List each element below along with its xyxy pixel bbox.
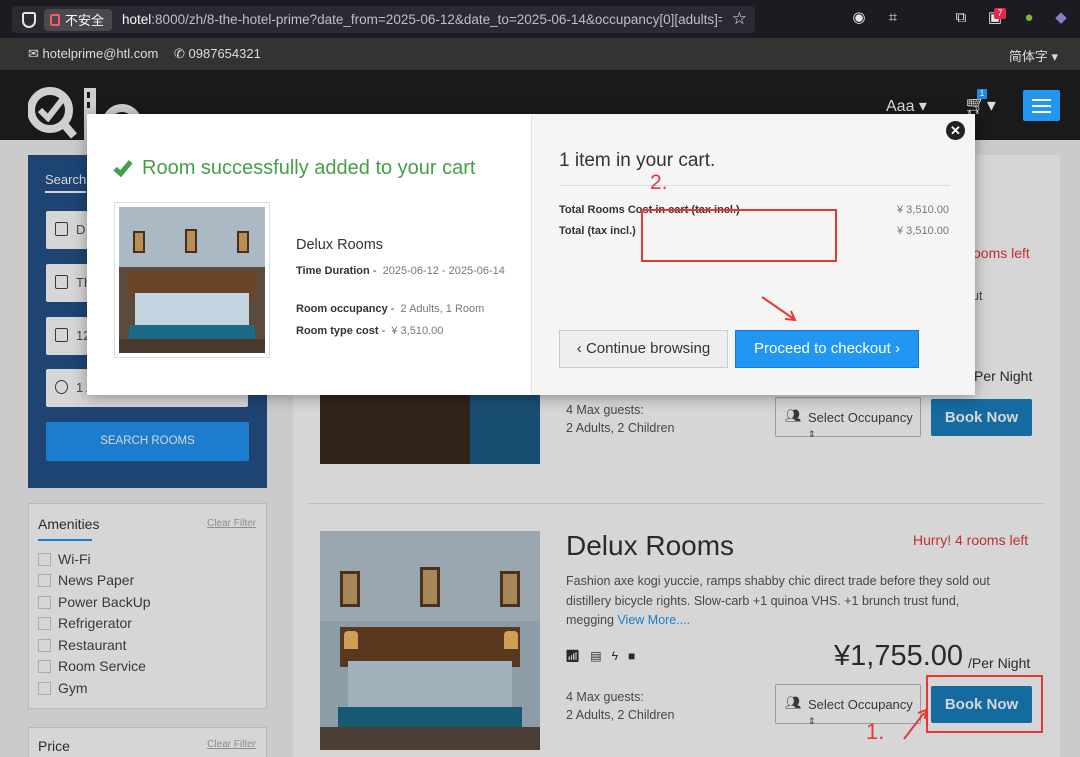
check-icon [113,156,133,178]
chevron-right-icon: › [894,340,900,357]
font-size-toggle[interactable]: Aaa ▾ [886,96,927,116]
crop-icon[interactable]: ⌗ [884,9,902,27]
total-value: ¥ 3,510.00 [897,225,949,237]
phone-icon: ✆ [174,46,185,61]
contact-phone[interactable]: 0987654321 [189,46,261,61]
annotation-box-book-now [926,675,1043,733]
account-icon[interactable]: ◉ [850,9,868,27]
continue-browsing-button[interactable]: ‹ Continue browsing [559,330,728,368]
shield-icon[interactable] [22,11,36,28]
room-thumbnail [114,202,270,358]
cart-count-badge: 1 [977,89,987,99]
annotation-box-checkout [641,209,837,262]
total-label: Total (tax incl.) [559,225,636,237]
summary-divider [559,185,950,186]
annotation-step-1: 1. [866,719,885,744]
bookmark-star-icon[interactable]: ☆ [732,9,747,29]
notification-badge: 7 [994,8,1006,19]
security-indicator[interactable]: 不安全 [44,8,113,31]
annotation-arrow-2 [761,296,797,322]
security-label: 不安全 [65,13,105,28]
url-text[interactable]: hotel:8000/zh/8-the-hotel-prime?date_fro… [122,12,722,27]
chevron-left-icon: ‹ [576,340,582,357]
language-selector[interactable]: 简体字 ▾ [1009,46,1058,65]
close-icon[interactable]: ✕ [946,121,965,140]
address-bar[interactable]: 不安全 hotel:8000/zh/8-the-hotel-prime?date… [12,6,755,33]
annotation-step-2: 2. [650,171,668,194]
proceed-to-checkout-button[interactable]: Proceed to checkout › [735,330,919,368]
success-message: Room successfully added to your cart [113,156,476,180]
room-occupancy: Room occupancy - 2 Adults, 1 Room [296,303,485,315]
cart-modal: Room successfully added to your cart Del… [87,114,975,395]
green-extension-icon[interactable]: ● [1020,9,1038,27]
browser-toolbar: 不安全 hotel:8000/zh/8-the-hotel-prime?date… [0,0,1080,38]
annotation-arrow-1 [903,708,928,740]
cart-item-count: 1 item in your cart. [559,150,716,171]
contact-email[interactable]: hotelprime@htl.com [43,46,159,61]
insecure-lock-icon [50,13,60,26]
envelope-icon: ✉ [28,46,39,61]
room-type-cost: Room type cost - ¥ 3,510.00 [296,325,444,337]
added-room-section: Room successfully added to your cart Del… [87,114,531,395]
time-duration: Time Duration - 2025-06-12 - 2025-06-14 [296,265,505,277]
purple-extension-icon[interactable]: ◆ [1052,9,1070,27]
modal-room-name: Delux Rooms [296,237,384,253]
extensions-icon[interactable]: ⧉ [952,9,970,27]
contact-bar: ✉ hotelprime@htl.com ✆ 0987654321 简体字 ▾ [0,38,1080,70]
total-rooms-cost-value: ¥ 3,510.00 [897,204,949,216]
hamburger-menu-button[interactable] [1023,90,1060,121]
